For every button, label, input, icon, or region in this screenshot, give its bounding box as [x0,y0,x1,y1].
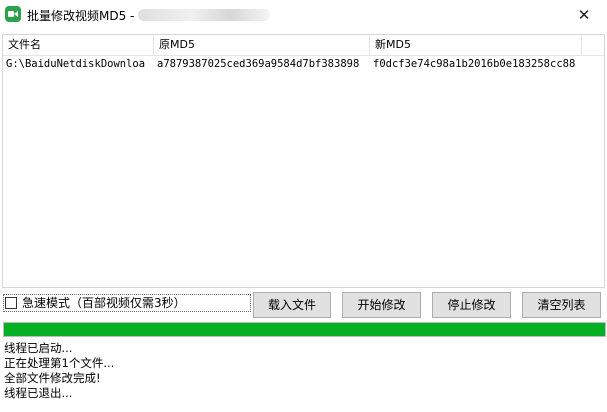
column-header-filename[interactable]: 文件名 [3,35,154,55]
start-modify-button[interactable]: 开始修改 [342,292,421,318]
title-bar: 批量修改视频MD5 - ✕ [0,0,607,30]
cell-new-md5: f0dcf3e74c98a1b2016b0e183258cc88 [373,58,576,70]
column-header-original-md5[interactable]: 原MD5 [154,35,370,55]
list-header: 文件名 原MD5 新MD5 [3,35,604,56]
log-line: 线程已启动... [4,341,73,355]
cell-filename: G:\BaiduNetdiskDownloa [6,58,146,70]
stop-modify-button[interactable]: 停止修改 [432,292,511,318]
close-button[interactable]: ✕ [574,5,594,25]
log-line: 全部文件修改完成! [4,371,101,385]
checkbox-box[interactable] [5,297,17,309]
file-list[interactable]: 文件名 原MD5 新MD5 G:\BaiduNetdiskDownloa a78… [2,34,605,288]
progress-bar [3,322,606,337]
progress-fill [4,323,605,336]
fast-mode-checkbox[interactable]: 急速模式（百部视频仅需3秒） [3,294,251,312]
log-line: 线程已退出... [4,386,73,400]
video-camera-icon [5,6,21,22]
redacted-title-region [138,9,270,21]
cell-original-md5: a7879387025ced369a9584d7bf383898 [157,58,360,70]
window-title: 批量修改视频MD5 - [27,9,135,23]
table-row[interactable]: G:\BaiduNetdiskDownloa a7879387025ced369… [3,56,604,73]
column-header-new-md5[interactable]: 新MD5 [370,35,582,55]
clear-list-button[interactable]: 清空列表 [522,292,601,318]
log-line: 正在处理第1个文件... [4,356,115,370]
load-files-button[interactable]: 载入文件 [253,292,331,318]
fast-mode-label: 急速模式（百部视频仅需3秒） [22,296,186,310]
log-output: 线程已启动... 正在处理第1个文件... 全部文件修改完成! 线程已退出... [4,341,604,401]
